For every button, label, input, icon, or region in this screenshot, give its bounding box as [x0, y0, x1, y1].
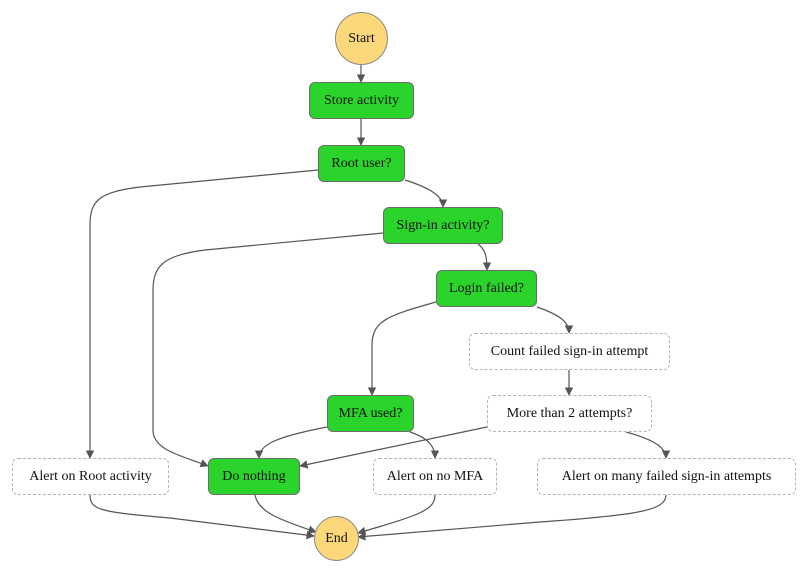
login-failed-node[interactable]: Login failed? [436, 270, 537, 307]
count-failed-node[interactable]: Count failed sign-in attempt [469, 333, 670, 370]
edge-alertroot-end [89, 494, 315, 540]
edge-donothing-end [254, 494, 317, 534]
start-label: Start [348, 30, 375, 46]
root-user-label: Root user? [331, 155, 392, 171]
do-nothing-label: Do nothing [222, 468, 286, 484]
alert-many-failed-node[interactable]: Alert on many failed sign-in attempts [537, 458, 796, 495]
sign-in-activity-label: Sign-in activity? [396, 217, 490, 233]
edge-loginfailed-mfa [367, 301, 437, 396]
more-than-2-attempts-label: More than 2 attempts? [506, 405, 633, 421]
end-node[interactable]: End [314, 516, 359, 561]
edge-alertmfa-end [357, 494, 436, 535]
edge-mfa-donothing [254, 426, 328, 459]
end-label: End [325, 530, 348, 546]
alert-root-activity-node[interactable]: Alert on Root activity [12, 458, 169, 495]
alert-no-mfa-node[interactable]: Alert on no MFA [373, 458, 497, 495]
more-than-2-attempts-node[interactable]: More than 2 attempts? [487, 395, 652, 432]
store-activity-label: Store activity [323, 92, 400, 108]
count-failed-label: Count failed sign-in attempt [490, 343, 649, 359]
mfa-used-node[interactable]: MFA used? [327, 395, 414, 432]
edge-mfa-alertmfa [409, 431, 440, 459]
alert-no-mfa-label: Alert on no MFA [386, 468, 484, 484]
edge-root-signin [404, 179, 448, 208]
do-nothing-node[interactable]: Do nothing [208, 458, 300, 495]
edge-alertmany-end [357, 494, 667, 541]
alert-root-activity-label: Alert on Root activity [29, 468, 152, 484]
root-user-node[interactable]: Root user? [318, 145, 405, 182]
login-failed-label: Login failed? [448, 280, 525, 296]
edge-root-alertroot [85, 169, 319, 459]
edge-loginfailed-count [536, 306, 574, 334]
alert-many-failed-label: Alert on many failed sign-in attempts [561, 468, 772, 484]
edge-signin-loginfailed [477, 243, 492, 271]
sign-in-activity-node[interactable]: Sign-in activity? [383, 207, 503, 244]
store-activity-node[interactable]: Store activity [309, 82, 414, 119]
edge-morethan-alertmany [625, 431, 671, 459]
start-node[interactable]: Start [335, 12, 388, 65]
mfa-used-label: MFA used? [338, 405, 403, 421]
